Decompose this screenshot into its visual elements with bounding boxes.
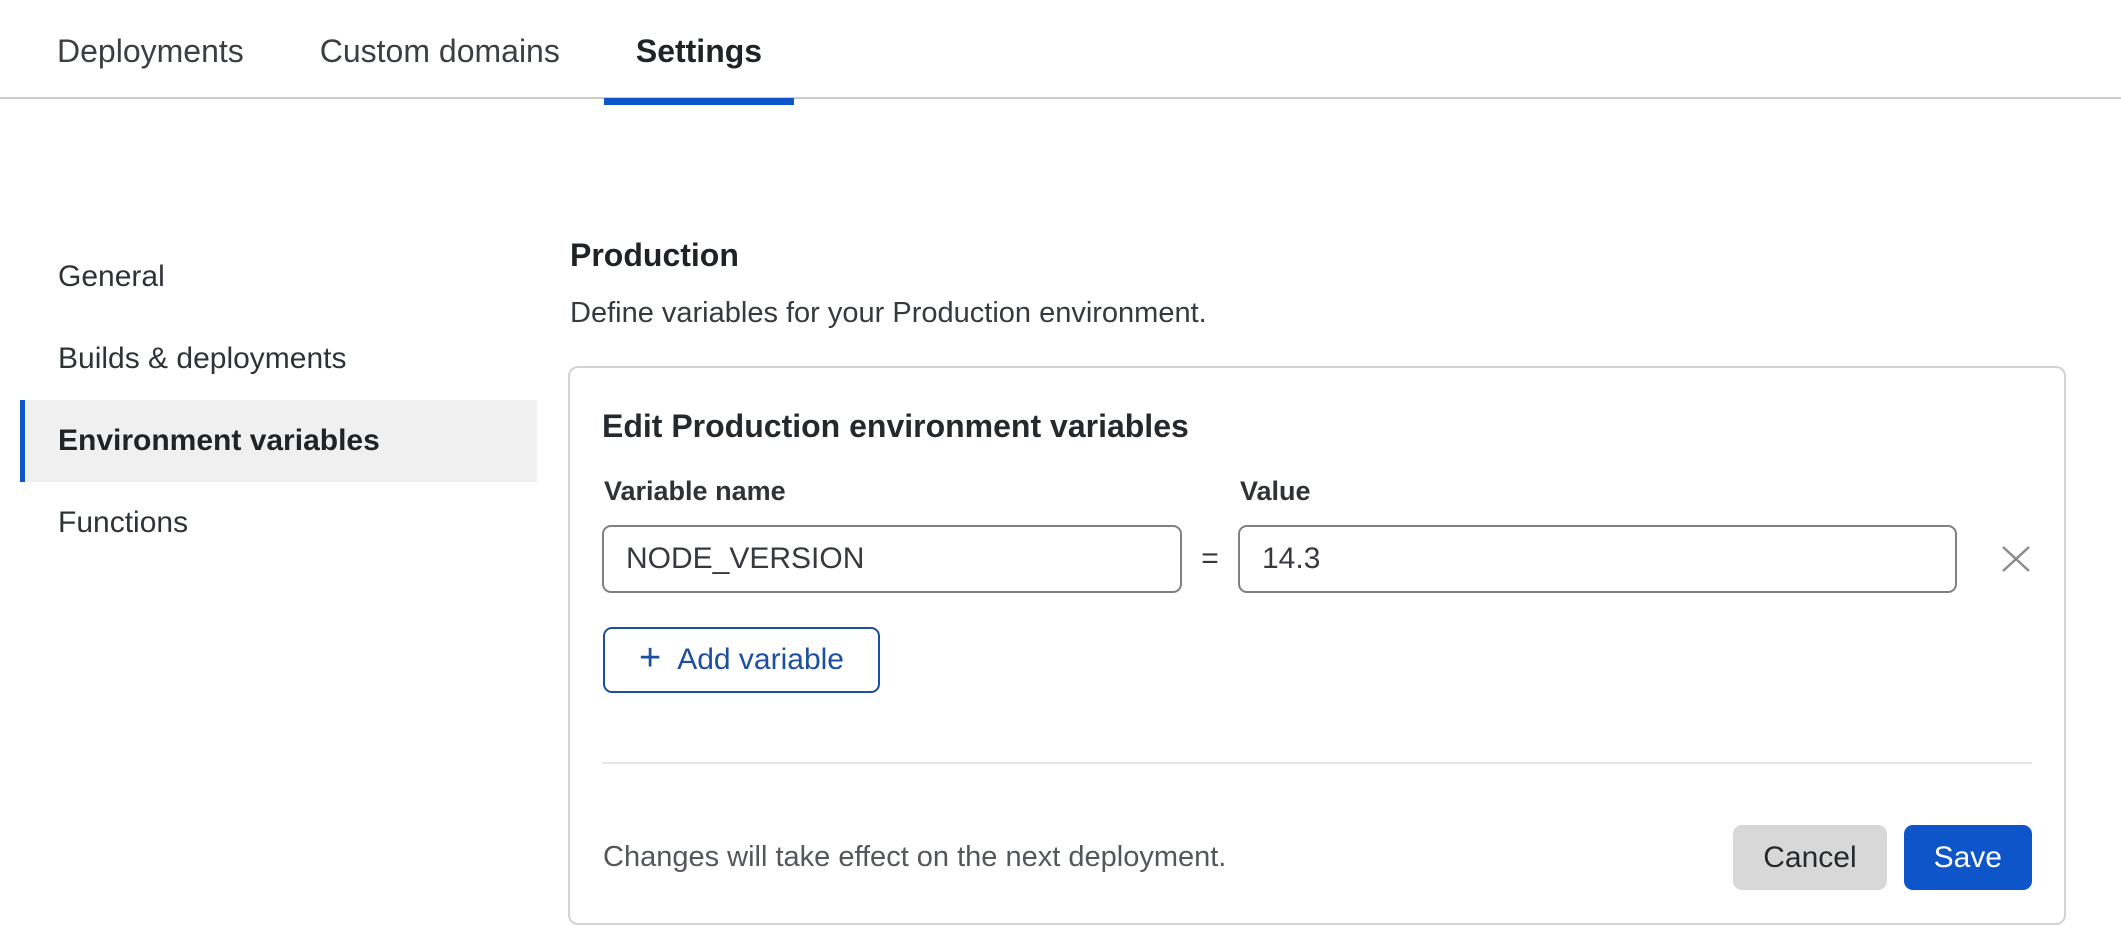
tab-deployments[interactable]: Deployments — [25, 6, 276, 97]
variable-name-label: Variable name — [604, 476, 1182, 507]
tab-custom-domains[interactable]: Custom domains — [288, 6, 592, 97]
card-divider — [602, 762, 2032, 764]
save-button[interactable]: Save — [1904, 825, 2032, 890]
sidebar-item-environment-variables[interactable]: Environment variables — [20, 400, 537, 482]
variable-name-input[interactable] — [602, 525, 1182, 593]
sidebar-item-functions[interactable]: Functions — [20, 482, 537, 564]
page-title: Production — [570, 238, 2066, 272]
cancel-button[interactable]: Cancel — [1733, 825, 1886, 890]
equals-sign: = — [1182, 525, 1238, 593]
environment-variables-card: Edit Production environment variables Va… — [568, 366, 2066, 925]
add-variable-label: Add variable — [677, 643, 844, 677]
x-icon — [2000, 543, 2032, 575]
plus-icon: + — [639, 639, 661, 677]
page-subtitle: Define variables for your Production env… — [570, 296, 2066, 330]
tab-bar: Deployments Custom domains Settings — [0, 0, 2121, 99]
footer-note: Changes will take effect on the next dep… — [603, 841, 1733, 874]
variable-name-field-group: Variable name — [602, 476, 1182, 593]
value-field-group: Value — [1238, 476, 1957, 593]
card-title: Edit Production environment variables — [602, 408, 2032, 444]
settings-sidebar: General Builds & deployments Environment… — [20, 236, 537, 564]
sidebar-item-general[interactable]: General — [20, 236, 537, 318]
main-content: Production Define variables for your Pro… — [568, 238, 2066, 925]
variable-value-input[interactable] — [1238, 525, 1957, 593]
card-footer: Changes will take effect on the next dep… — [602, 825, 2032, 890]
variable-row: Variable name = Value — [602, 476, 2032, 593]
sidebar-item-builds-deployments[interactable]: Builds & deployments — [20, 318, 537, 400]
tab-settings[interactable]: Settings — [604, 6, 794, 97]
add-variable-button[interactable]: + Add variable — [603, 627, 880, 693]
remove-variable-button[interactable] — [2000, 525, 2032, 593]
value-label: Value — [1240, 476, 1957, 507]
